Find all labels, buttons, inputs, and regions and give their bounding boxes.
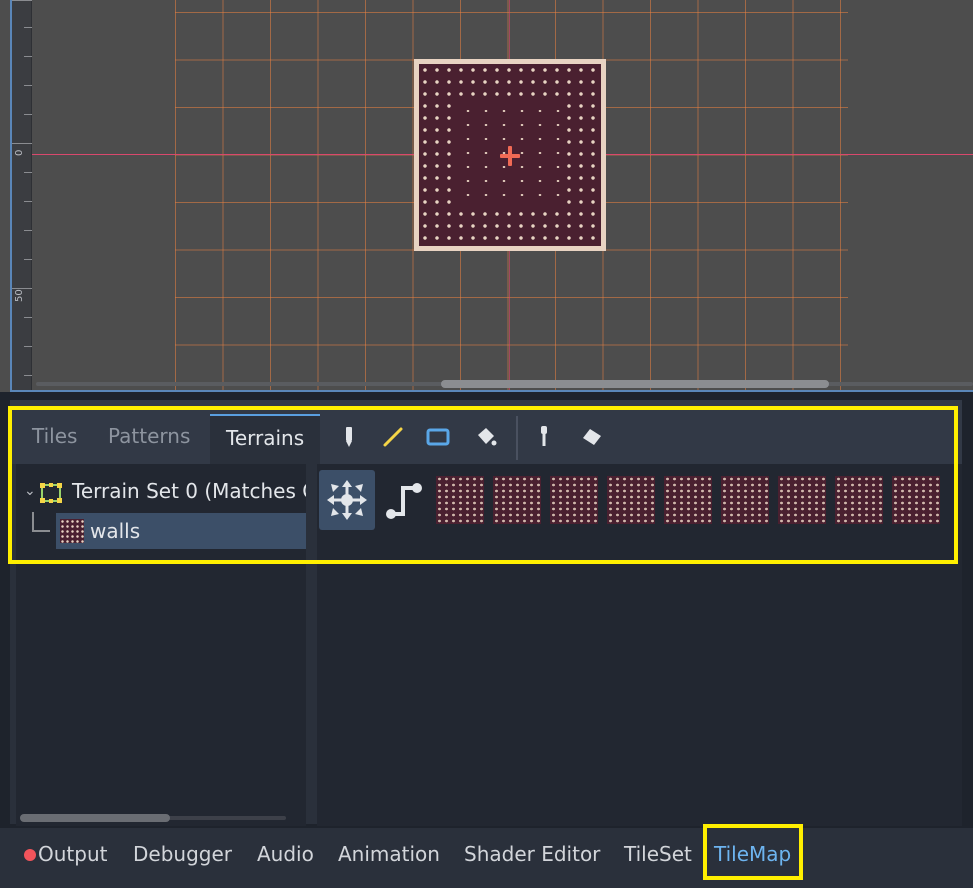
canvas-viewport[interactable]: 0 50 [0, 0, 973, 392]
terrain-tile[interactable] [831, 470, 887, 530]
bucket-icon[interactable] [471, 422, 501, 452]
origin-marker-icon [500, 146, 520, 166]
toolbar-separator [516, 416, 518, 460]
tree-item-walls[interactable]: walls [56, 513, 306, 549]
terrain-tile[interactable] [717, 470, 773, 530]
tab-audio[interactable]: Audio [257, 838, 314, 870]
eraser-icon[interactable] [577, 422, 607, 452]
terrain-tile[interactable] [489, 470, 545, 530]
tree-scrollbar[interactable] [20, 814, 170, 822]
picker-icon[interactable] [529, 422, 559, 452]
vertical-ruler: 0 50 [12, 0, 32, 390]
rect-icon[interactable] [423, 422, 453, 452]
tree-item-terrain-set[interactable]: ⌄ Terrain Set 0 (Matches Corners and Sid… [16, 476, 306, 506]
walls-terrain-icon [60, 519, 84, 543]
ruler-label-0: 0 [14, 149, 25, 156]
tab-patterns[interactable]: Patterns [92, 414, 206, 464]
terrain-set-label: Terrain Set 0 (Matches Corners and Sides… [72, 479, 306, 503]
line-icon[interactable] [378, 422, 408, 452]
bottom-panel-tabs: Output Debugger Audio Animation Shader E… [0, 828, 973, 888]
terrain-tile[interactable] [888, 470, 944, 530]
tab-tiles[interactable]: Tiles [16, 414, 93, 464]
terrain-tile[interactable] [774, 470, 830, 530]
tab-tileset[interactable]: TileSet [624, 838, 692, 870]
paint-icon[interactable] [334, 422, 364, 452]
tab-debugger[interactable]: Debugger [133, 838, 232, 870]
tab-tilemap[interactable]: TileMap [714, 838, 791, 870]
terrain-tile-palette[interactable] [317, 464, 962, 826]
tree-connector [32, 512, 50, 532]
tilemap-toolbar: Tiles Patterns Terrains [10, 400, 962, 464]
terrain-name-label: walls [90, 519, 141, 543]
chevron-down-icon[interactable]: ⌄ [24, 476, 36, 506]
tab-shader-editor[interactable]: Shader Editor [464, 838, 600, 870]
terrain-tree[interactable]: ⌄ Terrain Set 0 (Matches Corners and Sid… [16, 464, 306, 826]
terrain-tile[interactable] [546, 470, 602, 530]
horizontal-scrollbar[interactable] [441, 380, 829, 388]
tilemap-panel: Tiles Patterns Terrains ⌄ Terrain Set 0 … [10, 400, 962, 826]
terrain-tile[interactable] [660, 470, 716, 530]
connect-mode-icon[interactable] [319, 470, 375, 530]
terrain-tile[interactable] [603, 470, 659, 530]
godot-editor: 0 50 Tiles Patterns Terrains ⌄ Terrain S… [0, 0, 973, 888]
terrain-set-icon [40, 481, 62, 503]
terrain-tile[interactable] [432, 470, 488, 530]
tab-animation[interactable]: Animation [338, 838, 440, 870]
tab-output[interactable]: Output [38, 838, 107, 870]
tab-terrains[interactable]: Terrains [210, 414, 321, 464]
path-mode-icon[interactable] [375, 470, 431, 530]
output-error-dot-icon [24, 849, 36, 861]
ruler-label-50: 50 [14, 289, 25, 302]
